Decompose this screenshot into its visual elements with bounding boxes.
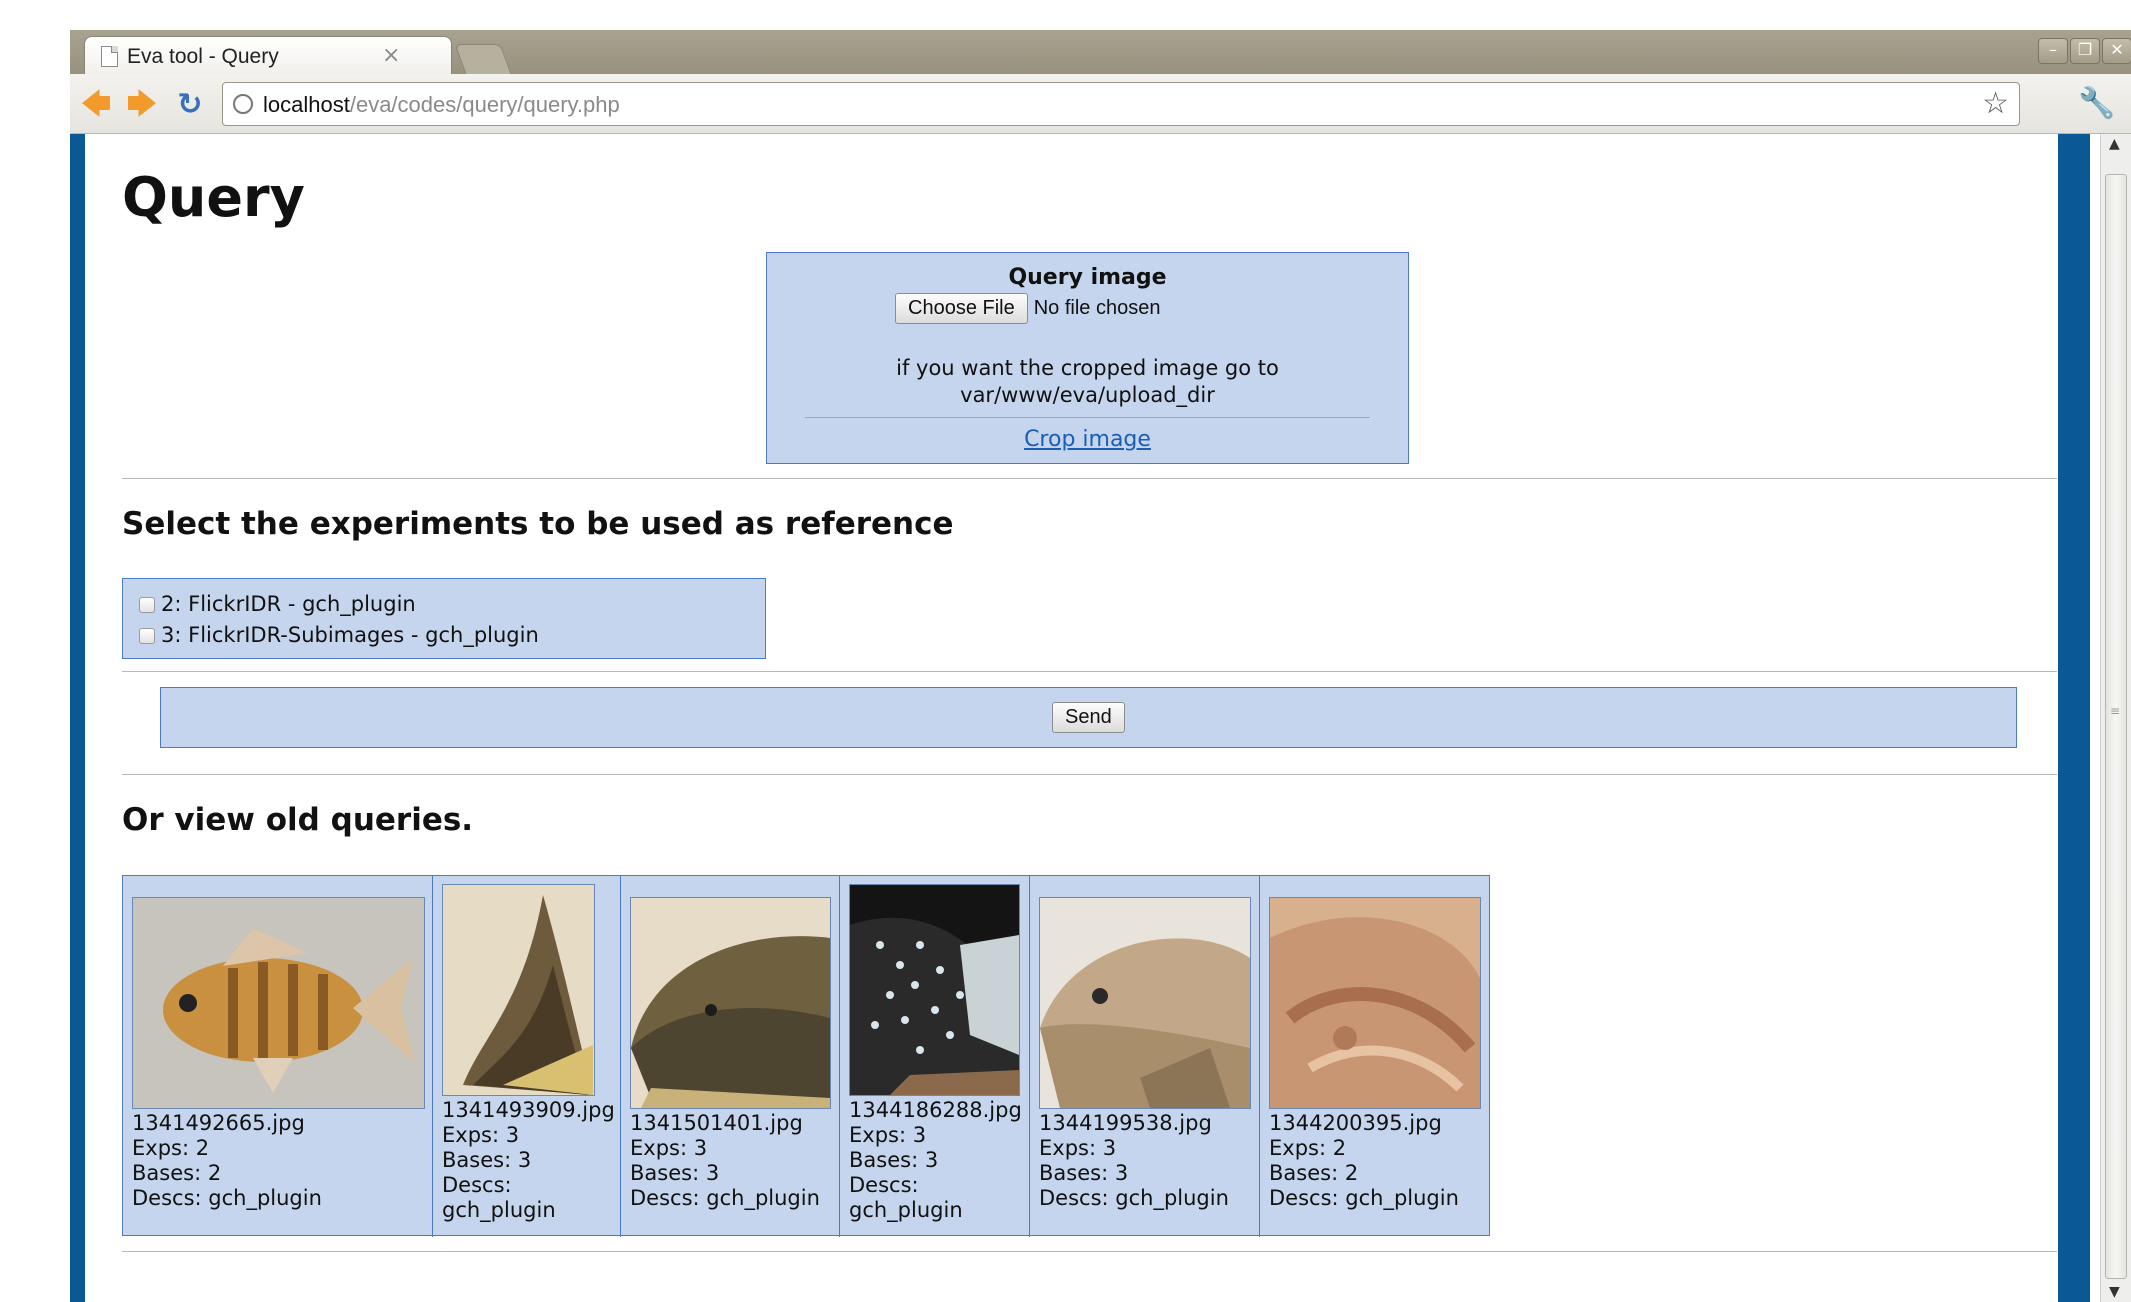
query-bases: Bases: 3 <box>442 1148 532 1172</box>
page-scrollbar[interactable]: ▲ ≡ ▼ <box>2100 134 2131 1302</box>
query-meta: 1344186288.jpg Exps: 3 Bases: 3 Descs: g… <box>849 1098 1029 1223</box>
query-descs: Descs: gch_plugin <box>1039 1186 1229 1210</box>
old-queries-heading: Or view old queries. <box>122 802 474 838</box>
scroll-grip-icon: ≡ <box>2110 704 2121 718</box>
query-filename: 1341493909.jpg <box>442 1098 615 1122</box>
old-query-item[interactable]: 1344199538.jpg Exps: 3 Bases: 3 Descs: g… <box>1030 876 1260 1237</box>
tab-strip: Eva tool - Query × – ❐ ✕ <box>70 30 2131 74</box>
query-filename: 1344200395.jpg <box>1269 1111 1442 1135</box>
query-bases: Bases: 2 <box>132 1161 222 1185</box>
experiment-label: 2: FlickrIDR - gch_plugin <box>161 592 416 616</box>
url-text: localhost/eva/codes/query/query.php <box>263 92 620 117</box>
query-exps: Exps: 2 <box>132 1136 210 1160</box>
old-query-item[interactable]: 1341493909.jpg Exps: 3 Bases: 3 Descs: g… <box>433 876 621 1237</box>
query-filename: 1344186288.jpg <box>849 1098 1022 1122</box>
reload-icon[interactable]: ↻ <box>174 90 206 120</box>
address-bar[interactable]: localhost/eva/codes/query/query.php ☆ <box>222 82 2020 126</box>
query-thumbnail[interactable] <box>630 897 831 1109</box>
send-bar: Send <box>160 687 2017 748</box>
new-tab-button[interactable] <box>454 44 512 74</box>
scrollbar-thumb[interactable] <box>2105 174 2127 1279</box>
tab-close-icon[interactable]: × <box>382 43 400 68</box>
query-meta: 1341492665.jpg Exps: 2 Bases: 2 Descs: g… <box>132 1111 432 1211</box>
query-meta: 1344199538.jpg Exps: 3 Bases: 3 Descs: g… <box>1039 1111 1259 1211</box>
old-query-item[interactable]: 1341501401.jpg Exps: 3 Bases: 3 Descs: g… <box>621 876 840 1237</box>
scroll-up-icon[interactable]: ▲ <box>2109 136 2120 152</box>
tab-eva-query[interactable]: Eva tool - Query × <box>84 36 452 74</box>
query-bases: Bases: 3 <box>1039 1161 1129 1185</box>
wrench-icon[interactable]: 🔧 <box>2078 86 2115 121</box>
query-exps: Exps: 3 <box>1039 1136 1117 1160</box>
crop-image-link[interactable]: Crop image <box>767 427 1408 452</box>
experiments-heading: Select the experiments to be used as ref… <box>122 506 954 542</box>
restore-icon[interactable]: ❐ <box>2070 38 2100 64</box>
divider <box>122 774 2057 775</box>
query-meta: 1341493909.jpg Exps: 3 Bases: 3 Descs: g… <box>442 1098 620 1223</box>
query-descs: Descs: gch_plugin <box>630 1186 820 1210</box>
divider <box>122 478 2057 479</box>
query-exps: Exps: 3 <box>442 1123 520 1147</box>
query-thumbnail[interactable] <box>1039 897 1251 1109</box>
query-bases: Bases: 3 <box>630 1161 720 1185</box>
query-descs-value: gch_plugin <box>849 1198 963 1222</box>
query-bases: Bases: 3 <box>849 1148 939 1172</box>
choose-file-button[interactable]: Choose File <box>895 293 1028 324</box>
back-arrow-icon[interactable]: 🡄 <box>80 90 112 120</box>
query-exps: Exps: 3 <box>630 1136 708 1160</box>
query-descs-label: Descs: <box>442 1173 512 1197</box>
crop-note: if you want the cropped image go to var/… <box>767 355 1408 409</box>
file-input: Choose File No file chosen <box>895 293 1160 324</box>
query-meta: 1344200395.jpg Exps: 2 Bases: 2 Descs: g… <box>1269 1111 1489 1211</box>
query-image-title: Query image <box>1008 265 1167 290</box>
query-filename: 1341501401.jpg <box>630 1111 803 1135</box>
old-query-item[interactable]: 1341492665.jpg Exps: 2 Bases: 2 Descs: g… <box>123 876 433 1237</box>
page-icon <box>101 46 118 67</box>
query-thumbnail[interactable] <box>849 884 1020 1096</box>
bookmark-star-icon[interactable]: ☆ <box>1982 86 2009 121</box>
divider <box>122 1251 2057 1252</box>
query-descs-value: gch_plugin <box>442 1198 556 1222</box>
experiment-label: 3: FlickrIDR-Subimages - gch_plugin <box>161 623 539 647</box>
no-file-text: No file chosen <box>1033 297 1161 319</box>
query-descs-label: Descs: <box>849 1173 919 1197</box>
scroll-down-icon[interactable]: ▼ <box>2109 1284 2120 1300</box>
query-descs: Descs: gch_plugin <box>1269 1186 1459 1210</box>
query-filename: 1341492665.jpg <box>132 1111 305 1135</box>
experiment-checkbox[interactable] <box>139 627 155 644</box>
old-queries-table: 1341492665.jpg Exps: 2 Bases: 2 Descs: g… <box>122 875 1490 1237</box>
experiments-list: 2: FlickrIDR - gch_plugin 3: FlickrIDR-S… <box>122 578 766 659</box>
page-content: Query Query image Choose File No file cho… <box>122 134 2057 1302</box>
close-window-icon[interactable]: ✕ <box>2102 38 2131 64</box>
minimize-icon[interactable]: – <box>2038 38 2068 64</box>
query-exps: Exps: 3 <box>849 1123 927 1147</box>
crop-note-line2: var/www/eva/upload_dir <box>960 383 1215 407</box>
query-thumbnail[interactable] <box>442 884 595 1096</box>
page-right-border <box>2058 134 2090 1302</box>
divider <box>122 671 2057 672</box>
query-descs: Descs: gch_plugin <box>132 1186 322 1210</box>
query-image-form: Query image Choose File No file chosen if… <box>766 252 1409 464</box>
experiment-item[interactable]: 2: FlickrIDR - gch_plugin <box>139 589 765 620</box>
query-thumbnail[interactable] <box>132 897 425 1109</box>
browser-toolbar: 🡄 🡆 ↻ localhost/eva/codes/query/query.ph… <box>70 74 2131 134</box>
old-query-item[interactable]: 1344186288.jpg Exps: 3 Bases: 3 Descs: g… <box>840 876 1030 1237</box>
page-viewport: Query Query image Choose File No file cho… <box>70 134 2131 1302</box>
query-meta: 1341501401.jpg Exps: 3 Bases: 3 Descs: g… <box>630 1111 839 1211</box>
browser-window: Eva tool - Query × – ❐ ✕ 🡄 🡆 ↻ localhost… <box>70 30 2131 1302</box>
forward-arrow-icon[interactable]: 🡆 <box>126 90 158 120</box>
crop-note-line1: if you want the cropped image go to <box>896 356 1279 380</box>
globe-icon <box>233 94 253 114</box>
divider <box>805 417 1370 418</box>
old-query-item[interactable]: 1344200395.jpg Exps: 2 Bases: 2 Descs: g… <box>1260 876 1489 1237</box>
tab-title: Eva tool - Query <box>127 45 279 68</box>
send-button[interactable]: Send <box>1052 702 1125 733</box>
query-thumbnail[interactable] <box>1269 897 1481 1109</box>
page-title: Query <box>122 166 305 229</box>
page-left-border <box>70 134 85 1302</box>
experiment-item[interactable]: 3: FlickrIDR-Subimages - gch_plugin <box>139 620 765 651</box>
query-filename: 1344199538.jpg <box>1039 1111 1212 1135</box>
experiment-checkbox[interactable] <box>139 596 155 613</box>
query-exps: Exps: 2 <box>1269 1136 1347 1160</box>
query-bases: Bases: 2 <box>1269 1161 1359 1185</box>
